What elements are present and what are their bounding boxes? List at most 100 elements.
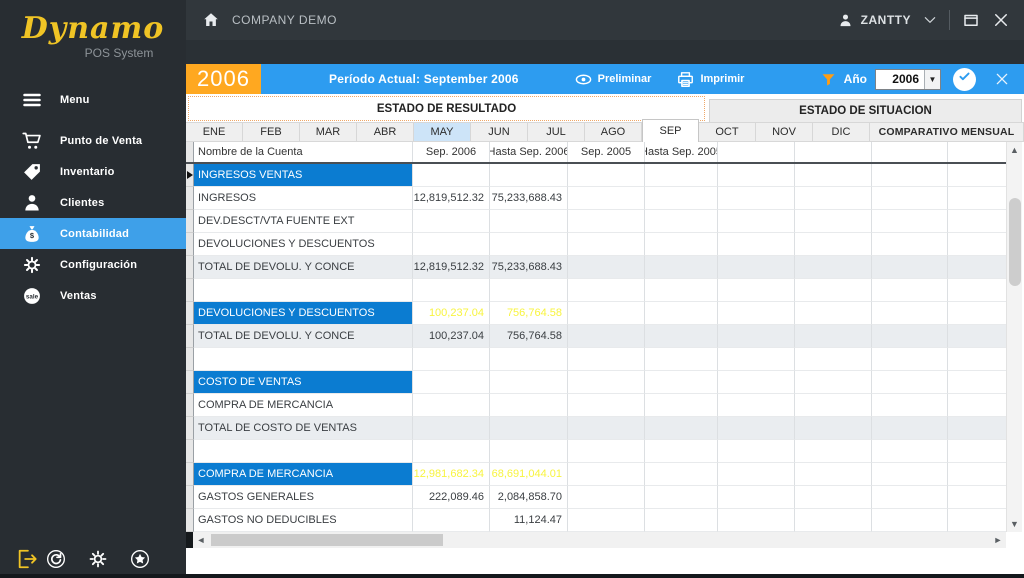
table-row[interactable]: GASTOS GENERALES 222,089.46 2,084,858.70 xyxy=(186,486,1006,509)
tab-estado-de-resultado[interactable]: ESTADO DE RESULTADO xyxy=(188,96,705,121)
sidebar-item-configuracion[interactable]: Configuración xyxy=(0,249,186,280)
table-row[interactable]: GASTOS NO DEDUCIBLES 11,124.47 xyxy=(186,509,1006,532)
row-indicator xyxy=(186,371,194,394)
empty-cell xyxy=(718,210,795,233)
value-cell xyxy=(413,210,490,233)
table-row[interactable]: TOTAL DE DEVOLU. Y CONCE 100,237.04 756,76… xyxy=(186,325,1006,348)
table-row[interactable]: INGRESOS 12,819,512.32 75,233,688.43 xyxy=(186,187,1006,210)
close-report-button[interactable] xyxy=(994,71,1010,87)
month-tab-feb[interactable]: FEB xyxy=(243,122,300,141)
month-tab-comparativo-mensual[interactable]: COMPARATIVO MENSUAL xyxy=(870,122,1024,141)
month-tab-abr[interactable]: ABR xyxy=(357,122,414,141)
sidebar-item-label: Menu xyxy=(60,93,90,106)
table-row[interactable]: TOTAL DE COSTO DE VENTAS xyxy=(186,417,1006,440)
account-name-cell: TOTAL DE COSTO DE VENTAS xyxy=(194,417,413,440)
empty-cell xyxy=(872,233,948,256)
column-header-hasta-sep-2005[interactable]: Hasta Sep. 2005 xyxy=(645,142,718,162)
chevron-down-icon[interactable] xyxy=(923,13,937,27)
refresh-button[interactable] xyxy=(46,549,66,569)
month-tab-jul[interactable]: JUL xyxy=(528,122,585,141)
empty-cell xyxy=(872,394,948,417)
vertical-scrollbar[interactable]: ▲ ▼ xyxy=(1006,142,1022,532)
value-cell xyxy=(568,486,645,509)
value-cell: 756,764.58 xyxy=(490,302,568,325)
month-tab-sep[interactable]: SEP xyxy=(642,119,699,142)
empty-cell xyxy=(948,394,1006,417)
scroll-left-button[interactable]: ◄ xyxy=(193,532,209,548)
empty-cell xyxy=(718,164,795,187)
column-header-empty-4 xyxy=(948,142,1006,162)
scroll-up-button[interactable]: ▲ xyxy=(1007,142,1022,158)
month-tab-mar[interactable]: MAR xyxy=(300,122,357,141)
table-row[interactable]: COMPRA DE MERCANCIA 12,981,682.34 68,691,0… xyxy=(186,463,1006,486)
sidebar-item-punto-de-venta[interactable]: Punto de Venta xyxy=(0,125,186,156)
preliminar-button[interactable]: Preliminar xyxy=(575,71,651,88)
apply-year-button[interactable] xyxy=(953,67,976,91)
value-cell: 12,981,682.34 xyxy=(413,463,490,486)
topbar-divider xyxy=(949,10,950,30)
month-tab-dic[interactable]: DIC xyxy=(813,122,870,141)
vertical-scroll-thumb[interactable] xyxy=(1009,198,1021,286)
horizontal-scrollbar[interactable]: ◄ ► xyxy=(186,532,1006,548)
table-row[interactable] xyxy=(186,348,1006,371)
tab-estado-de-situacion[interactable]: ESTADO DE SITUACION xyxy=(709,99,1022,122)
table-row[interactable]: COSTO DE VENTAS xyxy=(186,371,1006,394)
sidebar-item-inventario[interactable]: Inventario xyxy=(0,156,186,187)
table-row[interactable] xyxy=(186,440,1006,463)
user-menu[interactable]: ZANTTY xyxy=(838,13,911,28)
month-tab-may[interactable]: MAY xyxy=(414,122,471,141)
month-tab-nov[interactable]: NOV xyxy=(756,122,813,141)
imprimir-button[interactable]: Imprimir xyxy=(677,71,744,88)
sidebar-item-menu[interactable]: Menu xyxy=(0,84,186,115)
eye-icon xyxy=(575,71,592,88)
month-tab-oct[interactable]: OCT xyxy=(699,122,756,141)
month-tab-jun[interactable]: JUN xyxy=(471,122,528,141)
filter-funnel-icon xyxy=(821,72,836,87)
table-row[interactable]: DEVOLUCIONES Y DESCUENTOS 100,237.04 756,7… xyxy=(186,302,1006,325)
scroll-down-button[interactable]: ▼ xyxy=(1007,516,1022,532)
table-row[interactable]: DEV.DESCT/VTA FUENTE EXT xyxy=(186,210,1006,233)
table-row[interactable]: TOTAL DE DEVOLU. Y CONCE 12,819,512.32 75,… xyxy=(186,256,1006,279)
empty-cell xyxy=(795,486,872,509)
empty-cell xyxy=(948,348,1006,371)
column-header-empty-2 xyxy=(795,142,872,162)
cart-icon xyxy=(22,131,42,151)
scroll-right-button[interactable]: ► xyxy=(990,532,1006,548)
sidebar-item-clientes[interactable]: Clientes xyxy=(0,187,186,218)
home-icon[interactable] xyxy=(202,11,220,29)
close-window-button[interactable] xyxy=(992,11,1010,29)
logout-button[interactable] xyxy=(16,548,38,570)
value-cell xyxy=(568,509,645,532)
star-button[interactable] xyxy=(130,549,150,569)
horizontal-scroll-track[interactable] xyxy=(209,532,990,548)
empty-cell xyxy=(948,233,1006,256)
empty-cell xyxy=(948,302,1006,325)
column-header-hasta-sep-2006[interactable]: Hasta Sep. 2006 xyxy=(490,142,568,162)
row-indicator xyxy=(186,256,194,279)
row-indicator xyxy=(186,463,194,486)
column-header-name[interactable]: Nombre de la Cuenta xyxy=(194,142,413,162)
empty-cell xyxy=(718,325,795,348)
value-cell xyxy=(413,348,490,371)
value-cell xyxy=(413,440,490,463)
table-row[interactable] xyxy=(186,279,1006,302)
empty-cell xyxy=(872,440,948,463)
month-tab-ago[interactable]: AGO xyxy=(585,122,642,141)
sidebar-item-contabilidad[interactable]: $ Contabilidad xyxy=(0,218,186,249)
settings-gear-button[interactable] xyxy=(88,549,108,569)
column-header-sep-2006[interactable]: Sep. 2006 xyxy=(413,142,490,162)
year-select-arrow[interactable]: ▼ xyxy=(924,69,940,89)
year-select[interactable]: 2006 ▼ xyxy=(875,68,941,90)
horizontal-scroll-thumb[interactable] xyxy=(211,534,443,546)
table-row[interactable]: DEVOLUCIONES Y DESCUENTOS xyxy=(186,233,1006,256)
table-row[interactable]: INGRESOS VENTAS xyxy=(186,164,1006,187)
price-tag-icon xyxy=(22,162,42,182)
empty-cell xyxy=(872,210,948,233)
sidebar-item-ventas[interactable]: sale Ventas xyxy=(0,280,186,311)
month-tab-ene[interactable]: ENE xyxy=(186,122,243,141)
restore-window-button[interactable] xyxy=(962,11,980,29)
value-cell xyxy=(490,210,568,233)
empty-cell xyxy=(948,187,1006,210)
table-row[interactable]: COMPRA DE MERCANCIA xyxy=(186,394,1006,417)
column-header-sep-2005[interactable]: Sep. 2005 xyxy=(568,142,645,162)
